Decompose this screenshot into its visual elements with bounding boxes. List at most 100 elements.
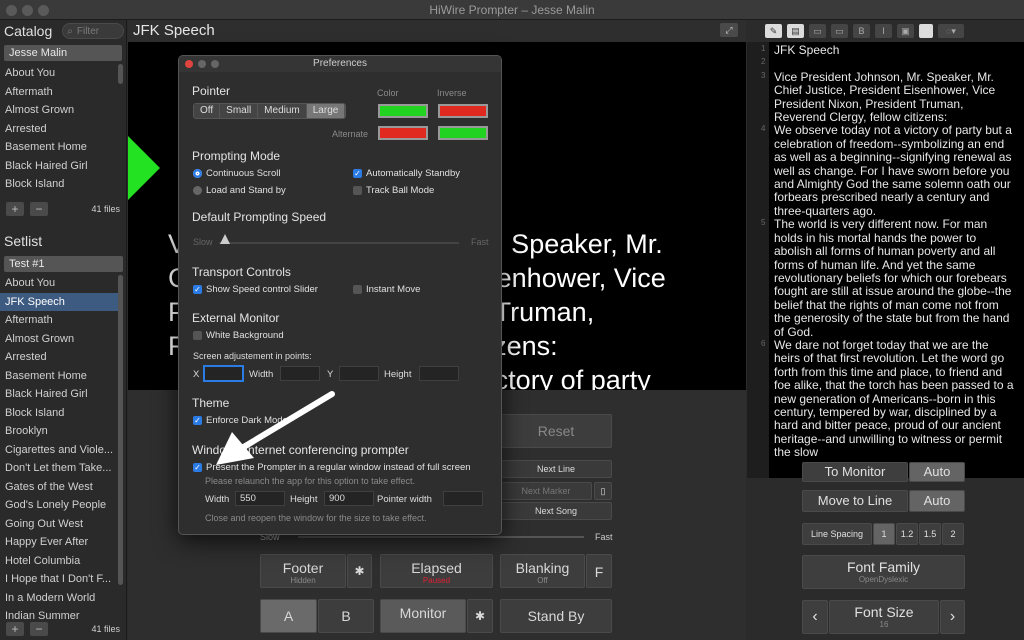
instant-move-checkbox[interactable]: Instant Move — [353, 284, 420, 295]
setlist-item[interactable]: Gates of the West — [0, 478, 119, 497]
alternate-inverse-swatch[interactable] — [438, 126, 488, 140]
continuous-scroll-radio[interactable]: Continuous Scroll — [193, 168, 280, 179]
default-speed-slider[interactable] — [219, 242, 459, 244]
setlist-item[interactable]: Going Out West — [0, 515, 119, 534]
stand-by-button[interactable]: Stand By — [500, 599, 612, 633]
paste-icon[interactable]: ▭ — [831, 24, 848, 38]
marker-icon[interactable]: ▣ — [897, 24, 914, 38]
next-marker-button[interactable]: Next Marker — [500, 482, 592, 500]
speed-slider[interactable] — [298, 536, 584, 538]
pointer-inverse-swatch[interactable] — [438, 104, 488, 118]
pointer-size-large[interactable]: Large — [306, 104, 346, 118]
a-button[interactable]: A — [260, 599, 317, 633]
y-offset-input[interactable] — [339, 366, 379, 381]
copy-icon[interactable]: ▭ — [809, 24, 826, 38]
setlist-item[interactable]: Basement Home — [0, 367, 119, 386]
line-spacing-option[interactable]: 1.5 — [919, 523, 941, 545]
catalog-item[interactable]: Black Haired Girl — [0, 157, 126, 176]
pointer-size-small[interactable]: Small — [220, 104, 259, 118]
pointer-width-input[interactable] — [443, 491, 483, 506]
to-monitor-auto-button[interactable]: Auto — [909, 462, 965, 482]
font-size-decrease-button[interactable]: ‹ — [802, 600, 828, 634]
blanking-key-button[interactable]: F — [586, 554, 612, 588]
show-speed-slider-checkbox[interactable]: ✓ Show Speed control Slider — [193, 284, 318, 295]
monitor-button[interactable]: Monitor — [380, 599, 466, 633]
setlist-item[interactable]: God's Lonely People — [0, 496, 119, 515]
next-line-button[interactable]: Next Line — [500, 460, 612, 478]
setlist-item[interactable]: Almost Grown — [0, 330, 119, 349]
text-color-dropdown-icon[interactable]: ◌▾ — [938, 24, 964, 38]
pointer-color-swatch[interactable] — [378, 104, 428, 118]
present-in-window-checkbox[interactable]: ✓ Present the Prompter in a regular windo… — [193, 462, 471, 473]
close-dialog-button[interactable] — [185, 60, 193, 68]
script-line[interactable]: Vice President Johnson, Mr. Speaker, Mr.… — [774, 70, 1014, 125]
window-height-input[interactable]: 900 — [324, 491, 374, 506]
monitor-gear-icon[interactable]: ✱ — [467, 599, 493, 633]
script-editor[interactable]: 1 2 3 4 5 6 JFK Speech Vice President Johnson… — [747, 42, 1024, 478]
add-catalog-button[interactable]: + — [6, 202, 24, 216]
width-offset-input[interactable] — [280, 366, 320, 381]
enforce-dark-mode-checkbox[interactable]: ✓ Enforce Dark Mode — [193, 415, 288, 426]
catalog-item[interactable]: Arrested — [0, 120, 126, 139]
setlist-item[interactable]: Hotel Columbia — [0, 552, 119, 571]
setlist-item[interactable]: Arrested — [0, 348, 119, 367]
bold-icon[interactable]: B — [853, 24, 870, 38]
setlist-item[interactable]: Brooklyn — [0, 422, 119, 441]
setlist-item[interactable]: In a Modern World — [0, 589, 119, 608]
zoom-dialog-button[interactable] — [211, 60, 219, 68]
font-size-increase-button[interactable]: › — [940, 600, 965, 634]
setlist-item[interactable]: Don't Let them Take... — [0, 459, 119, 478]
catalog-item[interactable]: Block Island — [0, 175, 126, 194]
move-to-line-auto-button[interactable]: Auto — [909, 490, 965, 512]
setlist-item[interactable]: Black Haired Girl — [0, 385, 119, 404]
minimize-dialog-button[interactable] — [198, 60, 206, 68]
setlist-item[interactable]: Happy Ever After — [0, 533, 119, 552]
to-monitor-button[interactable]: To Monitor — [802, 462, 908, 482]
elapsed-button[interactable]: Elapsed Paused — [380, 554, 493, 588]
slider-thumb-icon[interactable] — [220, 234, 230, 244]
line-spacing-option[interactable]: 1 — [873, 523, 895, 545]
footer-gear-icon[interactable]: ✱ — [347, 554, 372, 588]
setlist-item[interactable]: Aftermath — [0, 311, 119, 330]
document-icon[interactable]: ▤ — [787, 24, 804, 38]
highlight-color-icon[interactable] — [919, 24, 933, 38]
line-spacing-option[interactable]: 2 — [942, 523, 964, 545]
script-line[interactable]: We dare not forget today that we are the… — [774, 338, 1014, 460]
remove-setlist-button[interactable]: − — [30, 622, 48, 636]
blanking-button[interactable]: Blanking Off — [500, 554, 585, 588]
pointer-size-medium[interactable]: Medium — [258, 104, 307, 118]
white-background-checkbox[interactable]: White Background — [193, 330, 284, 341]
catalog-item[interactable]: Almost Grown — [0, 101, 126, 120]
x-offset-input[interactable] — [203, 365, 244, 382]
setlist-item[interactable]: About You — [0, 274, 119, 293]
catalog-item[interactable]: Basement Home — [0, 138, 126, 157]
window-width-input[interactable]: 550 — [235, 491, 285, 506]
footer-button[interactable]: Footer Hidden — [260, 554, 346, 588]
alternate-color-swatch[interactable] — [378, 126, 428, 140]
remove-catalog-button[interactable]: − — [30, 202, 48, 216]
move-to-line-button[interactable]: Move to Line — [802, 490, 908, 512]
font-family-button[interactable]: Font Family OpenDyslexic — [802, 555, 965, 589]
pencil-icon[interactable]: ✎ — [765, 24, 782, 38]
italic-icon[interactable]: I — [875, 24, 892, 38]
b-button[interactable]: B — [318, 599, 374, 633]
next-song-button[interactable]: Next Song — [500, 502, 612, 520]
script-line[interactable] — [774, 57, 1014, 70]
catalog-filter-input[interactable]: ⌕ Filter — [62, 23, 125, 39]
setlist-selector[interactable]: Test #1 — [4, 256, 123, 272]
setlist-item[interactable]: I Hope that I Don't F... — [0, 570, 119, 589]
setlist-item[interactable]: Cigarettes and Viole... — [0, 441, 119, 460]
setlist-scrollbar[interactable] — [118, 275, 123, 585]
load-stand-by-radio[interactable]: Load and Stand by — [193, 185, 286, 196]
catalog-item[interactable]: Aftermath — [0, 83, 126, 102]
auto-standby-checkbox[interactable]: ✓ Automatically Standby — [353, 168, 460, 179]
script-line[interactable]: JFK Speech — [774, 43, 1014, 57]
height-offset-input[interactable] — [419, 366, 459, 381]
catalog-item[interactable]: About You — [0, 64, 126, 83]
line-spacing-option[interactable]: 1.2 — [896, 523, 918, 545]
bookmark-icon[interactable]: ▯ — [594, 482, 612, 500]
catalog-scrollbar[interactable] — [118, 64, 123, 84]
setlist-item[interactable]: JFK Speech — [0, 292, 119, 311]
fullscreen-icon[interactable]: ⤢ — [720, 23, 738, 37]
script-line[interactable]: The world is very different now. For man… — [774, 218, 1014, 339]
